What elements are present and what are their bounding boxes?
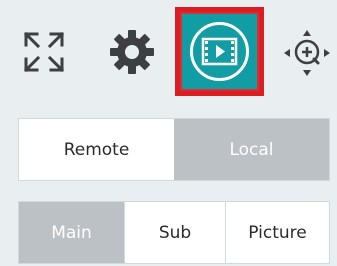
local-option[interactable]: Local <box>174 119 329 180</box>
remote-option[interactable]: Remote <box>19 119 174 180</box>
settings-button[interactable] <box>108 28 156 76</box>
stream-toggle: Main Sub Picture <box>18 201 330 264</box>
video-playback-icon <box>190 22 249 81</box>
source-toggle: Remote Local <box>18 118 330 181</box>
sub-stream-option[interactable]: Sub <box>125 202 226 263</box>
picture-option[interactable]: Picture <box>226 202 329 263</box>
video-playback-button[interactable] <box>175 7 264 96</box>
fullscreen-button[interactable] <box>22 30 66 74</box>
gear-icon <box>110 30 154 74</box>
ptz-control-button[interactable] <box>282 28 332 78</box>
fullscreen-icon <box>23 31 65 73</box>
selected-background <box>182 14 257 89</box>
main-stream-option[interactable]: Main <box>19 202 125 263</box>
selected-highlight <box>175 7 264 96</box>
toolbar <box>0 0 337 100</box>
ptz-control-icon <box>284 30 330 76</box>
